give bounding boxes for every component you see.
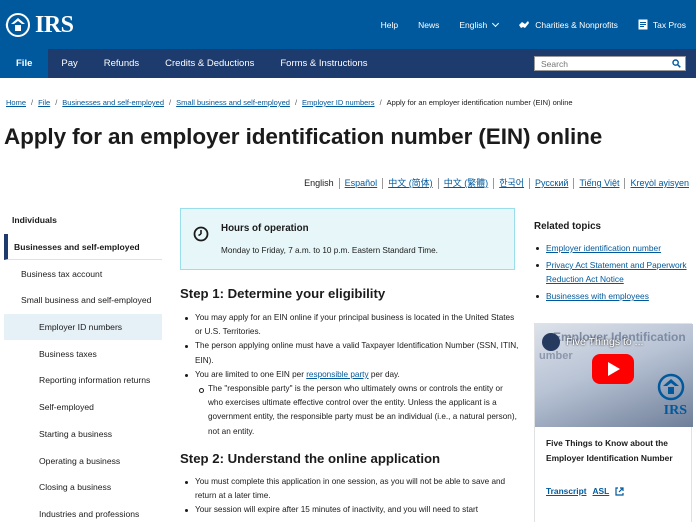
hours-alert: Hours of operation Monday to Friday, 7 a… [180, 208, 515, 270]
sidebar-item-starting-business[interactable]: Starting a business [4, 421, 162, 448]
sidebar-item-business-tax-account[interactable]: Business tax account [4, 260, 162, 287]
lang-chinese-traditional[interactable]: 中文 (繁體) [439, 178, 495, 189]
related-topics: Related topics Employer identification n… [534, 221, 692, 306]
list-item: The person applying online must have a v… [180, 339, 520, 367]
thumb-logo-text: IRS [663, 403, 687, 418]
charities-link[interactable]: Charities & Nonprofits [518, 20, 618, 30]
list-item: You are limited to one EIN per responsib… [180, 368, 520, 439]
channel-avatar [542, 333, 560, 351]
news-label: News [418, 19, 440, 30]
lang-korean[interactable]: 한국어 [494, 178, 531, 189]
limit-text: You are limited to one EIN per [195, 369, 307, 379]
logo-text: IRS [35, 12, 74, 38]
tax-pros-label: Tax Pros [652, 19, 686, 30]
video-thumbnail[interactable]: Employer Identification umber Five Thing… [535, 324, 693, 427]
search-input[interactable]: Search [534, 56, 686, 71]
sidebar-item-operating-business[interactable]: Operating a business [4, 447, 162, 474]
external-link-icon[interactable] [615, 486, 624, 496]
breadcrumb: Home / File / Businesses and self-employed / S… [6, 98, 573, 107]
main-content: Step 1: Determine your eligibility You m… [180, 286, 520, 517]
lang-espanol[interactable]: Español [340, 178, 384, 189]
lang-chinese-simplified[interactable]: 中文 (简体) [383, 178, 439, 189]
lang-english: English [299, 178, 340, 189]
handshake-icon [519, 20, 530, 28]
alert-title: Hours of operation [221, 223, 309, 234]
tab-credits-deductions[interactable]: Credits & Deductions [152, 49, 267, 78]
sidebar-item-industries[interactable]: Industries and professions [4, 501, 162, 522]
limit-text-end: per day. [368, 369, 400, 379]
tab-refunds[interactable]: Refunds [91, 49, 152, 78]
help-label: Help [380, 19, 399, 30]
sidebar-item-closing-business[interactable]: Closing a business [4, 474, 162, 501]
charities-label: Charities & Nonprofits [535, 19, 618, 30]
sidebar-item-reporting-info[interactable]: Reporting information returns [4, 367, 162, 394]
sidebar-item-individuals[interactable]: Individuals [4, 207, 162, 234]
sidebar-item-self-employed[interactable]: Self-employed [4, 394, 162, 421]
page-title: Apply for an employer identification num… [4, 124, 603, 149]
breadcrumb-small-business[interactable]: Small business and self-employed [176, 98, 290, 107]
step2-heading: Step 2: Understand the online applicatio… [180, 450, 441, 466]
tab-file[interactable]: File [0, 49, 49, 78]
top-bar: IRS Help News English Charities & Nonpro… [0, 0, 696, 49]
lang-vietnamese[interactable]: Tiếng Việt [574, 178, 626, 189]
utility-nav: Help News English Charities & Nonprofits… [361, 0, 686, 49]
search-placeholder: Search [541, 58, 568, 69]
step1-heading: Step 1: Determine your eligibility [180, 286, 386, 301]
breadcrumb-employer-id[interactable]: Employer ID numbers [302, 98, 375, 107]
news-link[interactable]: News [418, 20, 439, 30]
step2-list: You must complete this application in on… [180, 475, 520, 518]
lang-haitian-creole[interactable]: Kreyòl ayisyen [625, 178, 689, 189]
sidebar-item-employer-id[interactable]: Employer ID numbers [4, 313, 162, 341]
related-title: Related topics [534, 221, 601, 232]
related-link-ein[interactable]: Employer identification number [534, 241, 692, 255]
tax-pros-link[interactable]: Tax Pros [638, 19, 686, 30]
thumb-bg-line2: umber [539, 350, 573, 362]
list-item: You may apply for an EIN online if your … [180, 311, 520, 339]
tab-forms-instructions[interactable]: Forms & Instructions [267, 49, 380, 78]
language-label: English [459, 19, 488, 30]
video-links: Transcript ASL [546, 486, 624, 496]
asl-link[interactable]: ASL [593, 486, 610, 496]
search-icon[interactable] [672, 59, 681, 68]
eagle-icon [4, 12, 34, 38]
breadcrumb-businesses[interactable]: Businesses and self-employed [62, 98, 164, 107]
language-selector: English Español 中文 (简体) 中文 (繁體) 한국어 Русс… [299, 178, 689, 189]
main-nav: File Pay Refunds Credits & Deductions Fo… [0, 49, 696, 78]
tab-pay[interactable]: Pay [48, 49, 90, 78]
irs-logo[interactable]: IRS [4, 11, 74, 39]
breadcrumb-current: Apply for an employer identification num… [386, 98, 573, 107]
lang-russian[interactable]: Русский [530, 178, 575, 189]
video-card: Employer Identification umber Five Thing… [534, 323, 693, 522]
chevron-down-icon [492, 19, 500, 27]
video-thumb-title: Five Things to ... [566, 336, 644, 348]
play-icon[interactable] [592, 354, 634, 384]
video-caption: Five Things to Know about the Employer I… [546, 438, 673, 463]
transcript-link[interactable]: Transcript [546, 486, 587, 496]
alert-body: Monday to Friday, 7 a.m. to 10 p.m. East… [221, 246, 438, 255]
related-link-privacy-act[interactable]: Privacy Act Statement and Paperwork Redu… [534, 258, 692, 286]
help-link[interactable]: Help [381, 20, 398, 30]
sidebar-nav: Individuals Businesses and self-employed… [4, 207, 162, 522]
list-item: You must complete this application in on… [180, 475, 520, 503]
eagle-icon [657, 373, 685, 401]
related-link-businesses-employees[interactable]: Businesses with employees [534, 289, 692, 303]
clock-icon [193, 226, 209, 242]
list-item: Your session will expire after 15 minute… [180, 503, 520, 517]
language-menu[interactable]: English [459, 19, 500, 30]
breadcrumb-home[interactable]: Home [6, 98, 26, 107]
sidebar-item-businesses[interactable]: Businesses and self-employed [4, 233, 162, 261]
breadcrumb-file[interactable]: File [38, 98, 50, 107]
sidebar-item-business-taxes[interactable]: Business taxes [4, 340, 162, 367]
tax-pros-icon [638, 19, 648, 30]
sidebar-item-small-business[interactable]: Small business and self-employed [4, 287, 162, 314]
sub-list-item: The "responsible party" is the person wh… [195, 382, 520, 439]
responsible-party-link[interactable]: responsible party [306, 370, 368, 379]
step1-list: You may apply for an EIN online if your … [180, 311, 520, 439]
